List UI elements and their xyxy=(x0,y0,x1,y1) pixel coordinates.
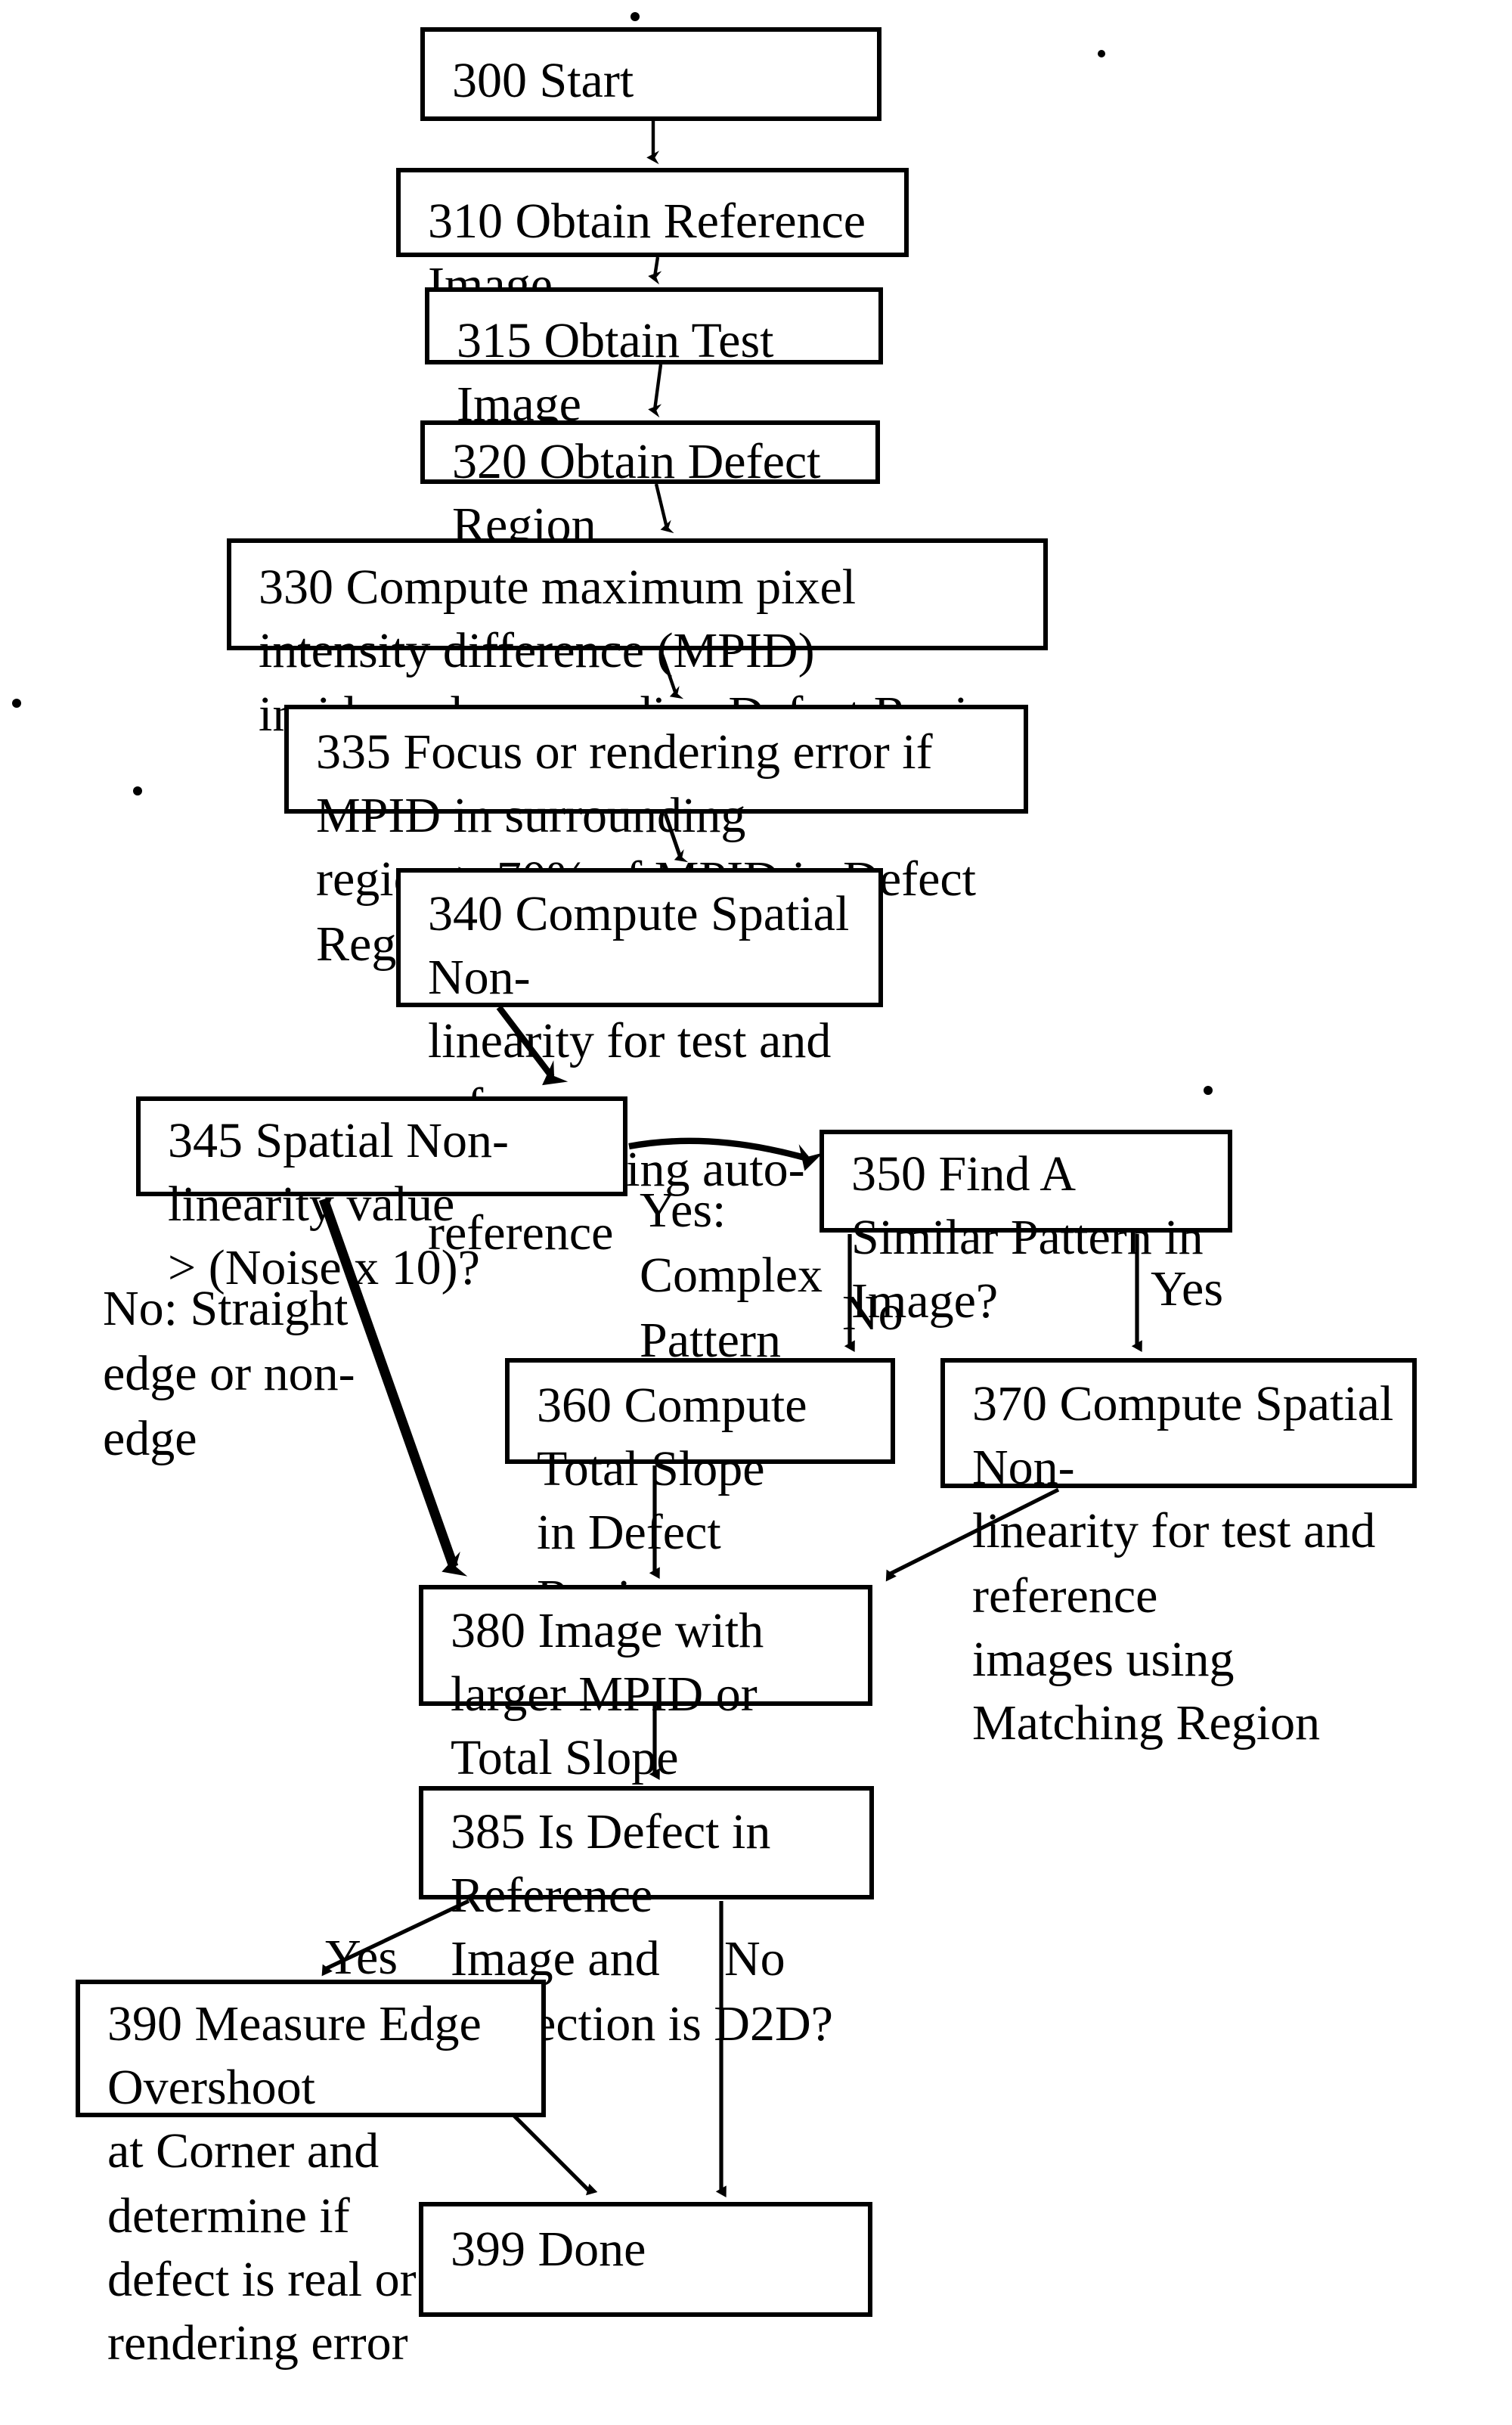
flow-node-399[interactable]: 399 Done xyxy=(419,2202,872,2317)
flow-node-340[interactable]: 340 Compute Spatial Non- linearity for t… xyxy=(396,868,883,1261)
flow-node-335[interactable]: 335 Focus or rendering error if MPID in … xyxy=(284,705,1028,972)
flow-node-370[interactable]: 370 Compute Spatial Non- linearity for t… xyxy=(940,1358,1417,1751)
flow-node-330[interactable]: 330 Compute maximum pixel intensity diff… xyxy=(227,538,1048,743)
scan-speck xyxy=(1204,1086,1213,1095)
scan-speck xyxy=(631,12,640,21)
flow-node-370-label: 370 Compute Spatial Non- linearity for t… xyxy=(972,1378,1394,1752)
edge-label-no-350: No xyxy=(842,1287,903,1341)
flow-node-320[interactable]: 320 Obtain Defect Region xyxy=(420,420,880,554)
flow-node-315-label: 315 Obtain Test Image xyxy=(457,315,774,433)
edge-label-yes-350: Yes xyxy=(1151,1263,1224,1317)
flow-node-399-label: 399 Done xyxy=(451,2223,646,2278)
scan-speck xyxy=(1098,50,1105,57)
flow-node-315[interactable]: 315 Obtain Test Image xyxy=(425,287,883,433)
edge-label-no-straight-edge: No: Straight edge or non- edge xyxy=(103,1282,355,1467)
scan-speck xyxy=(12,699,21,708)
scan-speck xyxy=(133,786,142,795)
flow-node-300-label: 300 Start xyxy=(452,54,634,109)
flow-node-390-label: 390 Measure Edge Overshoot at Corner and… xyxy=(107,1998,482,2372)
flow-node-345-label: 345 Spatial Non-linearity value > (Noise… xyxy=(168,1115,509,1297)
flowchart-page: 300 Start 310 Obtain Reference Image 315… xyxy=(0,0,1512,2425)
edge-label-yes-385: Yes xyxy=(325,1931,398,1986)
flow-node-345[interactable]: 345 Spatial Non-linearity value > (Noise… xyxy=(136,1096,627,1297)
flow-node-380[interactable]: 380 Image with larger MPID or Total Slop… xyxy=(419,1585,872,1850)
edge-label-yes-complex-pattern: Yes: Complex Pattern xyxy=(640,1184,823,1369)
edge-label-no-385: No xyxy=(724,1933,785,1987)
flow-node-390[interactable]: 390 Measure Edge Overshoot at Corner and… xyxy=(76,1980,546,2371)
flow-node-385[interactable]: 385 Is Defect in Reference Image and ins… xyxy=(419,1786,874,2051)
flow-node-310[interactable]: 310 Obtain Reference Image xyxy=(396,168,909,313)
flow-node-350[interactable]: 350 Find A Similar Pattern in Image? xyxy=(820,1130,1232,1330)
flow-node-300[interactable]: 300 Start xyxy=(420,27,881,121)
